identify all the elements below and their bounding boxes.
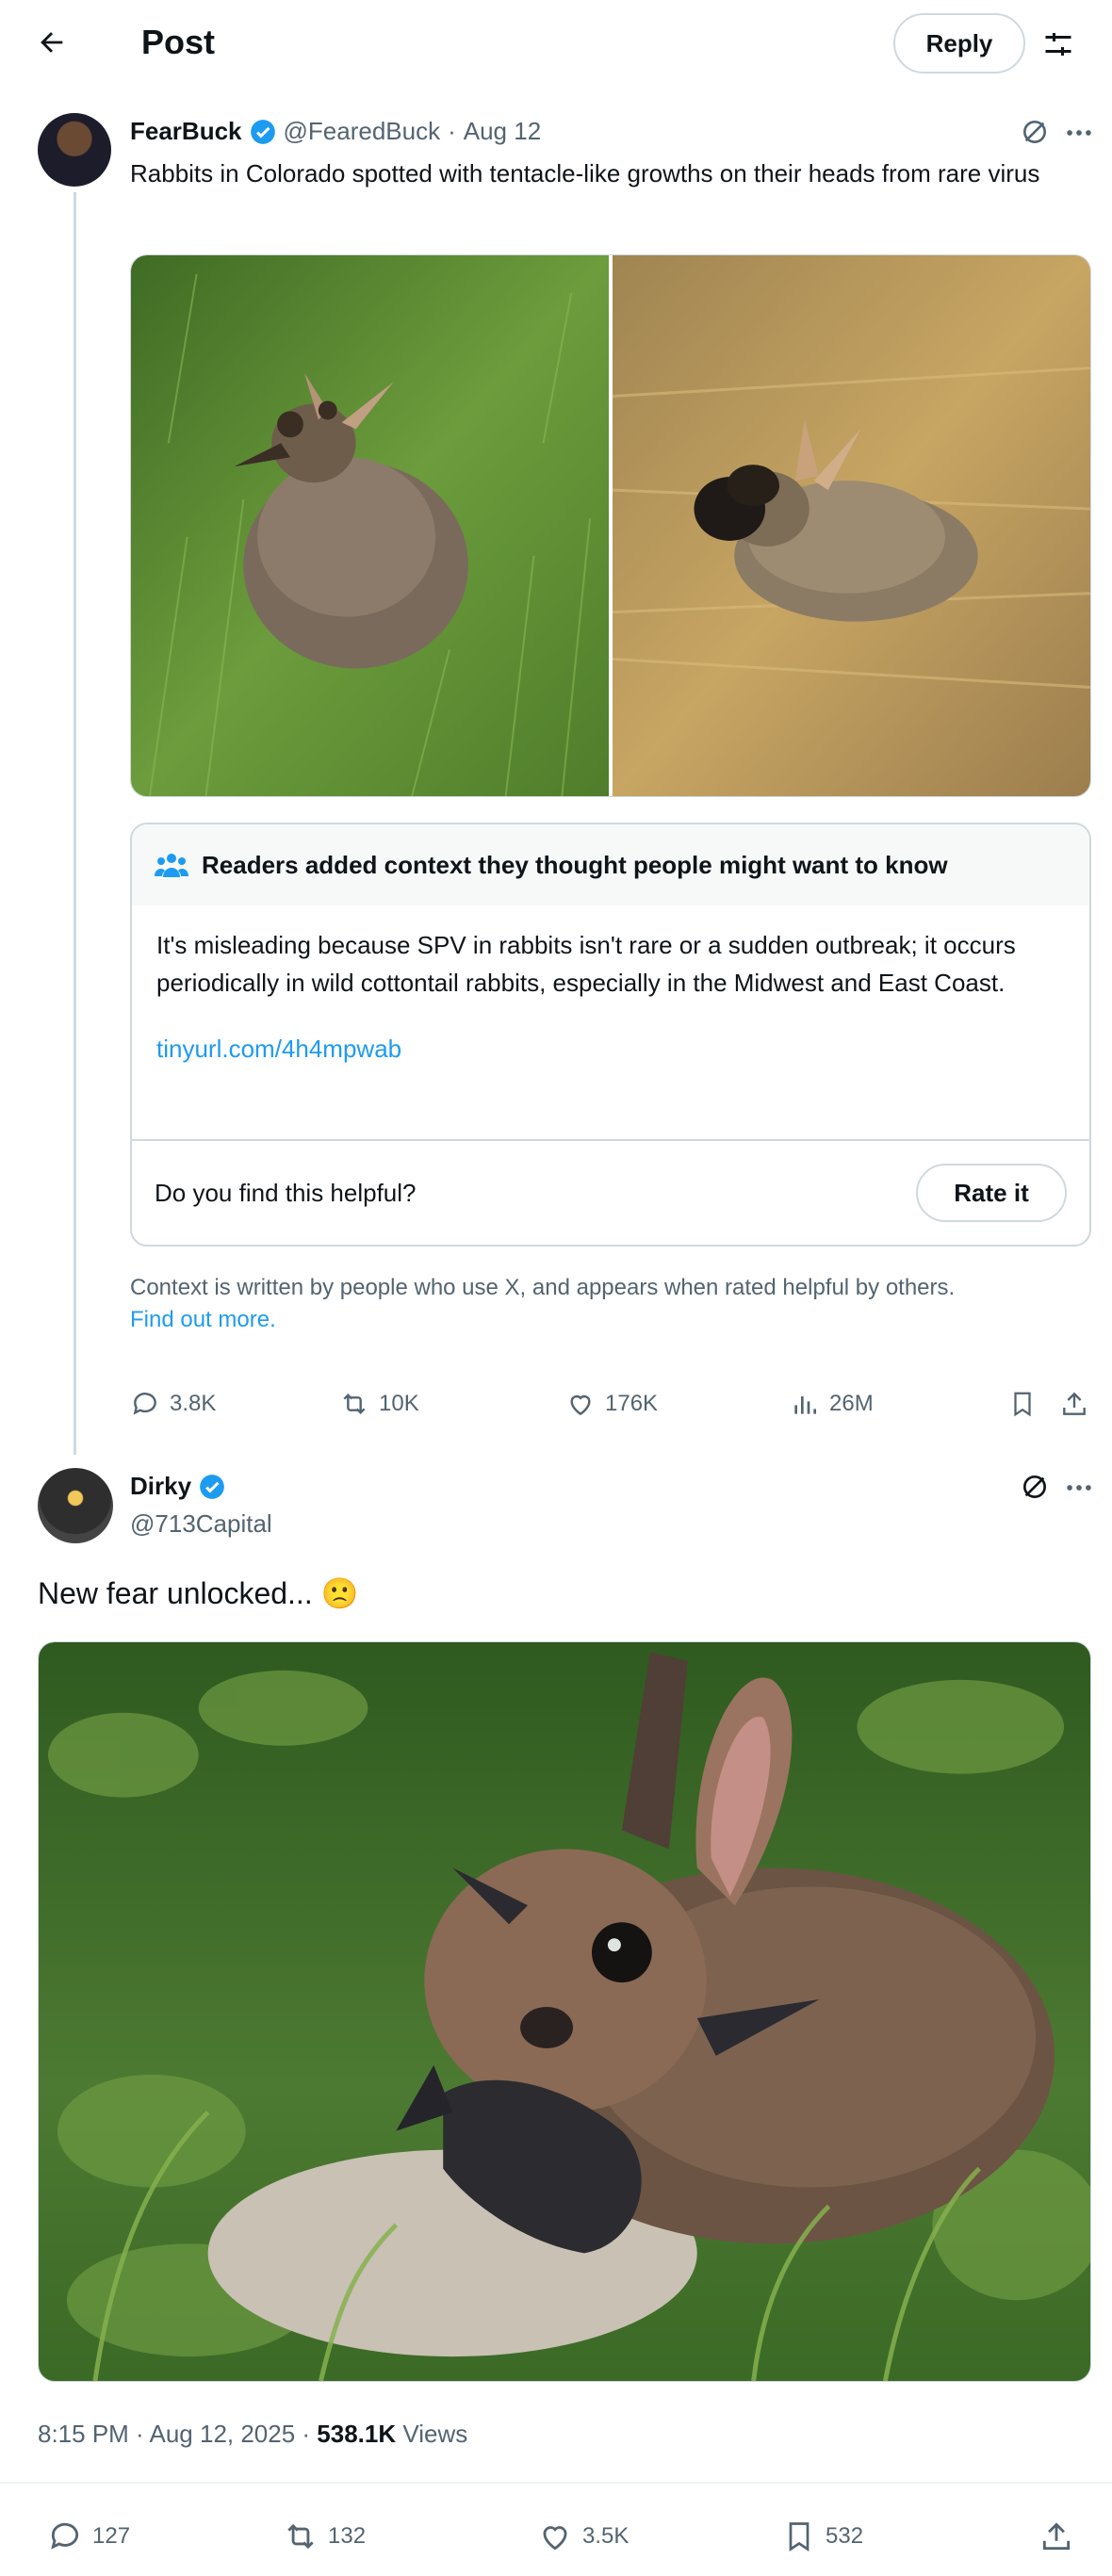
- disclaimer-text: Context is written by people who use X, …: [130, 1275, 956, 1300]
- post2-author-row: Dirky: [130, 1472, 225, 1501]
- helpful-question: Do you find this helpful?: [155, 1178, 417, 1207]
- author-name[interactable]: Dirky: [130, 1472, 191, 1501]
- separator: ·: [448, 117, 456, 145]
- post-text: New fear unlocked... 🙁: [38, 1575, 358, 1611]
- reply-icon: [133, 1393, 156, 1415]
- post-text: Rabbits in Colorado spotted with tentacl…: [130, 159, 1040, 187]
- grok-icon: [1023, 121, 1046, 143]
- like-icon: [543, 2526, 567, 2551]
- note-footer: Do you find this helpful? Rate it: [132, 1139, 1089, 1245]
- back-button[interactable]: [28, 19, 75, 66]
- repost-count: 132: [328, 2523, 367, 2549]
- community-notes-icon: [155, 854, 188, 877]
- verified-icon: [200, 1474, 224, 1499]
- verified-icon: [250, 119, 275, 144]
- share-action[interactable]: [1059, 1389, 1089, 1419]
- community-note: Readers added context they thought peopl…: [130, 823, 1091, 1247]
- like-count: 176K: [605, 1391, 659, 1416]
- like-icon: [570, 1394, 591, 1416]
- note-title: Readers added context they thought peopl…: [202, 850, 948, 879]
- repost-icon: [287, 2523, 314, 2550]
- share-icon: [1063, 1392, 1086, 1415]
- note-header: Readers added context they thought peopl…: [132, 824, 1089, 905]
- rate-it-button[interactable]: Rate it: [916, 1164, 1067, 1222]
- share-action[interactable]: [1038, 2519, 1074, 2554]
- bookmark-action[interactable]: [1008, 1389, 1037, 1419]
- views-action[interactable]: 26M: [790, 1389, 874, 1419]
- bookmark-action[interactable]: 532: [782, 2519, 863, 2554]
- note-disclaimer: Context is written by people who use X, …: [130, 1272, 1091, 1336]
- post-timestamp: 8:15 PM · Aug 12, 2025 · 538.1K Views: [38, 2420, 467, 2449]
- post-text-body: New fear unlocked...: [38, 1576, 313, 1610]
- views-label: Views: [396, 2420, 468, 2448]
- rabbit-closeup-photo: [39, 1642, 1090, 2381]
- post-media[interactable]: [130, 254, 1091, 797]
- note-body-text: It's misleading because SPV in rabbits i…: [156, 931, 1016, 997]
- post1-author-row: FearBuck @FearedBuck · Aug 12: [130, 117, 541, 146]
- find-out-more-link[interactable]: Find out more.: [130, 1307, 276, 1332]
- back-arrow-icon: [41, 32, 63, 53]
- emoji: 🙁: [320, 1576, 359, 1610]
- author-handle[interactable]: @713Capital: [130, 1509, 272, 1539]
- more-button[interactable]: [1063, 1472, 1095, 1508]
- share-icon: [1042, 2522, 1071, 2551]
- like-action[interactable]: 176K: [565, 1389, 658, 1419]
- rabbit-photo-right[interactable]: [612, 255, 1090, 796]
- page-title: Post: [141, 23, 216, 61]
- more-icon: [1067, 130, 1091, 136]
- reply-icon: [51, 2522, 79, 2550]
- note-link[interactable]: tinyurl.com/4h4mpwab: [156, 1030, 1065, 1068]
- filter-button[interactable]: [1037, 23, 1080, 66]
- grok-button[interactable]: [1020, 1472, 1050, 1507]
- like-action[interactable]: 3.5K: [537, 2519, 629, 2554]
- filter-icon: [1045, 33, 1071, 56]
- reply-button[interactable]: Reply: [893, 13, 1025, 73]
- reply-action[interactable]: 3.8K: [130, 1389, 216, 1419]
- grok-icon: [1023, 1475, 1046, 1498]
- reply-count: 127: [92, 2523, 131, 2549]
- timestamp-text[interactable]: 8:15 PM · Aug 12, 2025 ·: [38, 2420, 317, 2448]
- more-icon: [1067, 1485, 1091, 1491]
- post-media[interactable]: [38, 1641, 1091, 2382]
- avatar[interactable]: [38, 1468, 113, 1543]
- like-count: 3.5K: [582, 2523, 630, 2549]
- avatar[interactable]: [38, 113, 111, 187]
- grok-button[interactable]: [1020, 117, 1050, 152]
- author-handle[interactable]: @FearedBuck: [284, 117, 441, 146]
- rabbit-photo-left[interactable]: [131, 255, 610, 796]
- repost-count: 10K: [379, 1391, 419, 1416]
- bookmark-icon: [789, 2522, 809, 2552]
- reply-action[interactable]: 127: [47, 2519, 130, 2554]
- bookmark-count: 532: [826, 2523, 864, 2549]
- repost-action[interactable]: 132: [283, 2519, 366, 2554]
- views-count: 26M: [829, 1391, 874, 1416]
- views-icon: [794, 1396, 816, 1414]
- thread-line: [74, 192, 76, 1455]
- repost-action[interactable]: 10K: [339, 1389, 419, 1419]
- post2-action-bar: 127 132 3.5K 532: [0, 2518, 1112, 2555]
- post-date[interactable]: Aug 12: [464, 117, 541, 146]
- repost-icon: [343, 1393, 366, 1415]
- views-count: 538.1K: [317, 2420, 397, 2448]
- more-button[interactable]: [1063, 117, 1095, 154]
- divider: [0, 2482, 1112, 2484]
- reply-count: 3.8K: [170, 1391, 217, 1416]
- post1-action-bar: 3.8K 10K 176K 26M: [0, 1385, 1112, 1423]
- author-name[interactable]: FearBuck: [130, 117, 242, 146]
- bookmark-icon: [1014, 1392, 1031, 1417]
